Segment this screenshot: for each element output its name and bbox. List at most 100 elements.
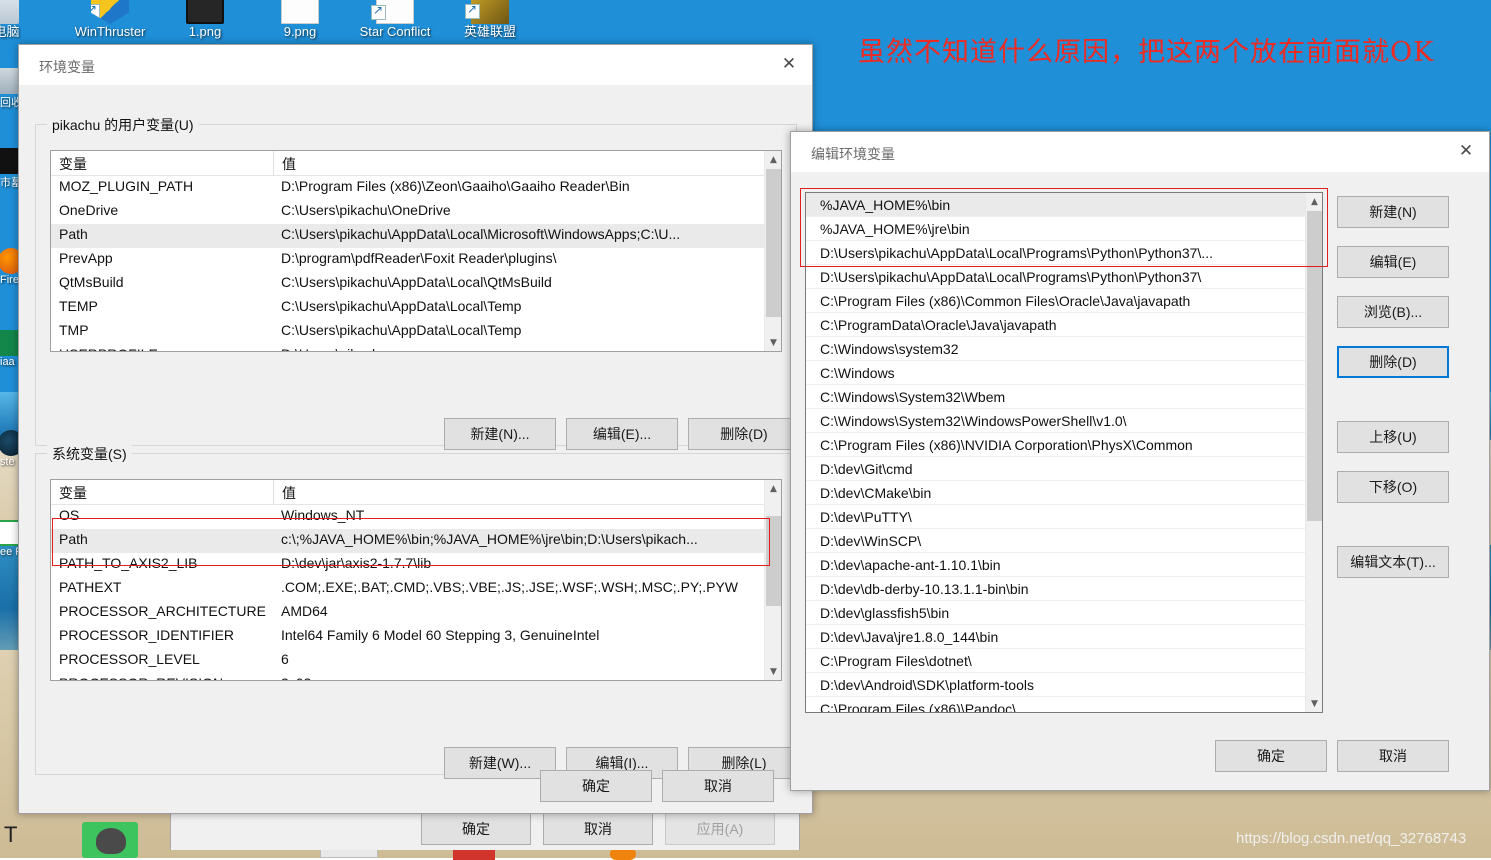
table-row[interactable]: TMPC:\Users\pikachu\AppData\Local\Temp: [51, 320, 764, 344]
user-variables-header: 变量 值: [51, 151, 764, 176]
table-row[interactable]: MOZ_PLUGIN_PATHD:\Program Files (x86)\Ze…: [51, 176, 764, 200]
table-row[interactable]: PrevAppD:\program\pdfReader\Foxit Reader…: [51, 248, 764, 272]
path-list-item[interactable]: C:\Program Files (x86)\Pandoc\: [806, 697, 1305, 712]
path-list-item[interactable]: D:\dev\Android\SDK\platform-tools: [806, 673, 1305, 697]
path-list-item[interactable]: D:\dev\PuTTY\: [806, 505, 1305, 529]
close-icon[interactable]: ✕: [766, 45, 812, 83]
table-row[interactable]: PROCESSOR_ARCHITECTUREAMD64: [51, 601, 764, 625]
table-row[interactable]: PROCESSOR_LEVEL6: [51, 649, 764, 673]
bg-apply-button[interactable]: 应用(A): [665, 813, 775, 845]
watermark: https://blog.csdn.net/qq_32768743: [1236, 830, 1466, 847]
image-file-icon: [186, 0, 224, 24]
user-new-button[interactable]: 新建(N)...: [444, 418, 556, 450]
scroll-up-icon[interactable]: ▲: [1306, 193, 1323, 210]
close-icon[interactable]: ✕: [1443, 132, 1489, 170]
table-row[interactable]: OneDriveC:\Users\pikachu\OneDrive: [51, 200, 764, 224]
path-list-item[interactable]: C:\ProgramData\Oracle\Java\javapath: [806, 313, 1305, 337]
path-list-item[interactable]: D:\dev\CMake\bin: [806, 481, 1305, 505]
path-list-item[interactable]: D:\dev\apache-ant-1.10.1\bin: [806, 553, 1305, 577]
env-ok-button[interactable]: 确定: [540, 770, 652, 802]
table-row[interactable]: PathC:\Users\pikachu\AppData\Local\Micro…: [51, 224, 764, 248]
user-edit-button[interactable]: 编辑(E)...: [566, 418, 678, 450]
path-list-item[interactable]: C:\Windows: [806, 361, 1305, 385]
bg-ok-button[interactable]: 确定: [421, 813, 531, 845]
path-list-item[interactable]: C:\Program Files (x86)\NVIDIA Corporatio…: [806, 433, 1305, 457]
env-cancel-button[interactable]: 取消: [662, 770, 774, 802]
user-variables-table[interactable]: 变量 值 MOZ_PLUGIN_PATHD:\Program Files (x8…: [50, 150, 782, 352]
desktop-icon-winthruster[interactable]: WinThruster: [64, 0, 156, 39]
table-row[interactable]: PROCESSOR_REVISION3c03: [51, 673, 764, 680]
edit-edit-text-button[interactable]: 编辑文本(T)...: [1337, 546, 1449, 578]
variable-value-cell: D:\Users\pikachu: [273, 344, 764, 351]
scroll-up-icon[interactable]: ▲: [765, 480, 782, 497]
path-list-item[interactable]: D:\dev\WinSCP\: [806, 529, 1305, 553]
edit-browse-button[interactable]: 浏览(B)...: [1337, 296, 1449, 328]
path-list-item[interactable]: D:\Users\pikachu\AppData\Local\Programs\…: [806, 241, 1305, 265]
scrollbar-thumb[interactable]: [766, 516, 781, 606]
edit-move-down-button[interactable]: 下移(O): [1337, 471, 1449, 503]
variable-name-cell: OS: [51, 505, 273, 529]
scroll-up-icon[interactable]: ▲: [765, 151, 782, 168]
table-row[interactable]: PATHEXT.COM;.EXE;.BAT;.CMD;.VBS;.VBE;.JS…: [51, 577, 764, 601]
column-header-value: 值: [273, 480, 764, 504]
desktop-icon-lol[interactable]: 英雄联盟: [444, 0, 536, 39]
env-dialog-titlebar[interactable]: 环境变量 ✕: [19, 45, 812, 85]
user-delete-button[interactable]: 删除(D): [688, 418, 800, 450]
path-list-item[interactable]: D:\dev\db-derby-10.13.1.1-bin\bin: [806, 577, 1305, 601]
edit-new-button[interactable]: 新建(N): [1337, 196, 1449, 228]
scroll-down-icon[interactable]: ▼: [765, 663, 782, 680]
annotation-text: 虽然不知道什么原因，把这两个放在前面就OK: [858, 34, 1491, 72]
variable-name-cell: USERPROFILE: [51, 344, 273, 351]
path-list-item[interactable]: C:\Program Files (x86)\Common Files\Orac…: [806, 289, 1305, 313]
table-row[interactable]: PROCESSOR_IDENTIFIERIntel64 Family 6 Mod…: [51, 625, 764, 649]
variable-name-cell: Path: [51, 224, 273, 248]
edit-ok-button[interactable]: 确定: [1215, 740, 1327, 772]
path-list-item[interactable]: D:\Users\pikachu\AppData\Local\Programs\…: [806, 265, 1305, 289]
path-list-item[interactable]: %JAVA_HOME%\jre\bin: [806, 217, 1305, 241]
system-variables-table[interactable]: 变量 值 OSWindows_NTPathc:\;%JAVA_HOME%\bin…: [50, 479, 782, 681]
path-list-item[interactable]: D:\dev\Git\cmd: [806, 457, 1305, 481]
bg-cancel-button[interactable]: 取消: [543, 813, 653, 845]
edit-cancel-button[interactable]: 取消: [1337, 740, 1449, 772]
desktop-icon-label: 1.png: [159, 24, 251, 39]
desktop-icon-this-pc[interactable]: 北电脑: [0, 0, 46, 39]
path-list-item[interactable]: C:\Program Files\dotnet\: [806, 649, 1305, 673]
variable-value-cell: C:\Users\pikachu\AppData\Local\Temp: [273, 296, 764, 320]
path-list-item[interactable]: C:\Windows\System32\Wbem: [806, 385, 1305, 409]
scroll-down-icon[interactable]: ▼: [765, 334, 782, 351]
path-list-item[interactable]: C:\Windows\system32: [806, 337, 1305, 361]
path-list-item[interactable]: D:\dev\glassfish5\bin: [806, 601, 1305, 625]
table-row[interactable]: Pathc:\;%JAVA_HOME%\bin;%JAVA_HOME%\jre\…: [51, 529, 764, 553]
table-row[interactable]: USERPROFILED:\Users\pikachu: [51, 344, 764, 351]
variable-value-cell: D:\dev\jar\axis2-1.7.7\lib: [273, 553, 764, 577]
desktop-icon-1png[interactable]: 1.png: [159, 0, 251, 39]
path-list-scrollbar[interactable]: ▲ ▼: [1305, 193, 1322, 712]
edit-delete-button[interactable]: 删除(D): [1337, 346, 1449, 378]
table-row[interactable]: QtMsBuildC:\Users\pikachu\AppData\Local\…: [51, 272, 764, 296]
edit-edit-button[interactable]: 编辑(E): [1337, 246, 1449, 278]
path-list-item[interactable]: D:\dev\Java\jre1.8.0_144\bin: [806, 625, 1305, 649]
table-row[interactable]: TEMPC:\Users\pikachu\AppData\Local\Temp: [51, 296, 764, 320]
desktop-icon-label: 北电脑: [0, 24, 46, 39]
path-list-item[interactable]: %JAVA_HOME%\bin: [806, 193, 1305, 217]
user-table-scrollbar[interactable]: ▲ ▼: [764, 151, 781, 351]
desktop-icon-9png[interactable]: 9.png: [254, 0, 346, 39]
desktop-icon-text-file[interactable]: T: [4, 822, 26, 848]
system-table-scrollbar[interactable]: ▲ ▼: [764, 480, 781, 680]
scrollbar-thumb[interactable]: [766, 169, 781, 317]
variable-value-cell: C:\Users\pikachu\AppData\Local\QtMsBuild: [273, 272, 764, 296]
system-variables-legend: 系统变量(S): [47, 444, 132, 464]
edit-dialog-title: 编辑环境变量: [811, 144, 895, 164]
variable-value-cell: Windows_NT: [273, 505, 764, 529]
variable-name-cell: PrevApp: [51, 248, 273, 272]
table-row[interactable]: PATH_TO_AXIS2_LIBD:\dev\jar\axis2-1.7.7\…: [51, 553, 764, 577]
edit-move-up-button[interactable]: 上移(U): [1337, 421, 1449, 453]
path-entry-list[interactable]: %JAVA_HOME%\bin%JAVA_HOME%\jre\binD:\Use…: [805, 192, 1323, 713]
desktop-icon-star-conflict[interactable]: Star Conflict: [349, 0, 441, 39]
edit-dialog-titlebar[interactable]: 编辑环境变量 ✕: [791, 132, 1489, 172]
scroll-down-icon[interactable]: ▼: [1306, 695, 1323, 712]
path-list-item[interactable]: C:\Windows\System32\WindowsPowerShell\v1…: [806, 409, 1305, 433]
game-shortcut-icon: [376, 0, 414, 24]
table-row[interactable]: OSWindows_NT: [51, 505, 764, 529]
scrollbar-thumb[interactable]: [1307, 211, 1322, 521]
